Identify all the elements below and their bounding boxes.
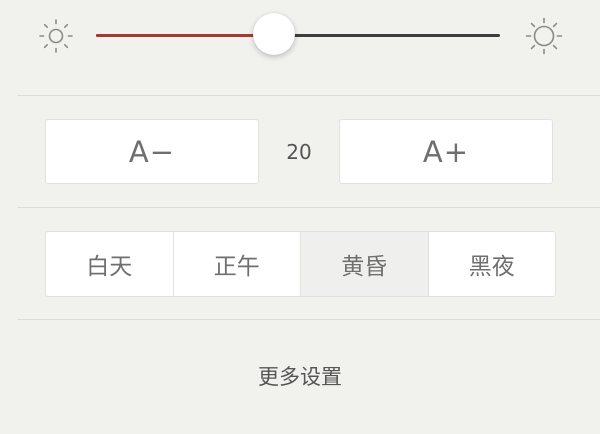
font-size-value: 20 bbox=[286, 139, 312, 164]
font-increase-button[interactable]: A+ bbox=[339, 119, 553, 184]
divider bbox=[17, 319, 600, 320]
theme-daytime-button[interactable]: 白天 bbox=[46, 232, 173, 296]
theme-dusk-button[interactable]: 黄昏 bbox=[300, 232, 428, 296]
brightness-slider-fill bbox=[96, 34, 274, 37]
more-settings-link[interactable]: 更多设置 bbox=[200, 358, 400, 394]
brightness-row bbox=[0, 0, 600, 96]
brightness-slider[interactable] bbox=[96, 34, 500, 37]
font-decrease-button[interactable]: A− bbox=[45, 119, 259, 184]
divider bbox=[17, 95, 600, 96]
divider bbox=[17, 207, 600, 208]
theme-selector: 白天 正午 黄昏 黑夜 bbox=[45, 231, 556, 297]
sun-large-icon bbox=[525, 17, 563, 55]
theme-noon-button[interactable]: 正午 bbox=[172, 232, 301, 296]
sun-small-icon bbox=[37, 17, 75, 55]
theme-night-button[interactable]: 黑夜 bbox=[427, 232, 556, 296]
brightness-slider-thumb[interactable] bbox=[253, 13, 295, 55]
